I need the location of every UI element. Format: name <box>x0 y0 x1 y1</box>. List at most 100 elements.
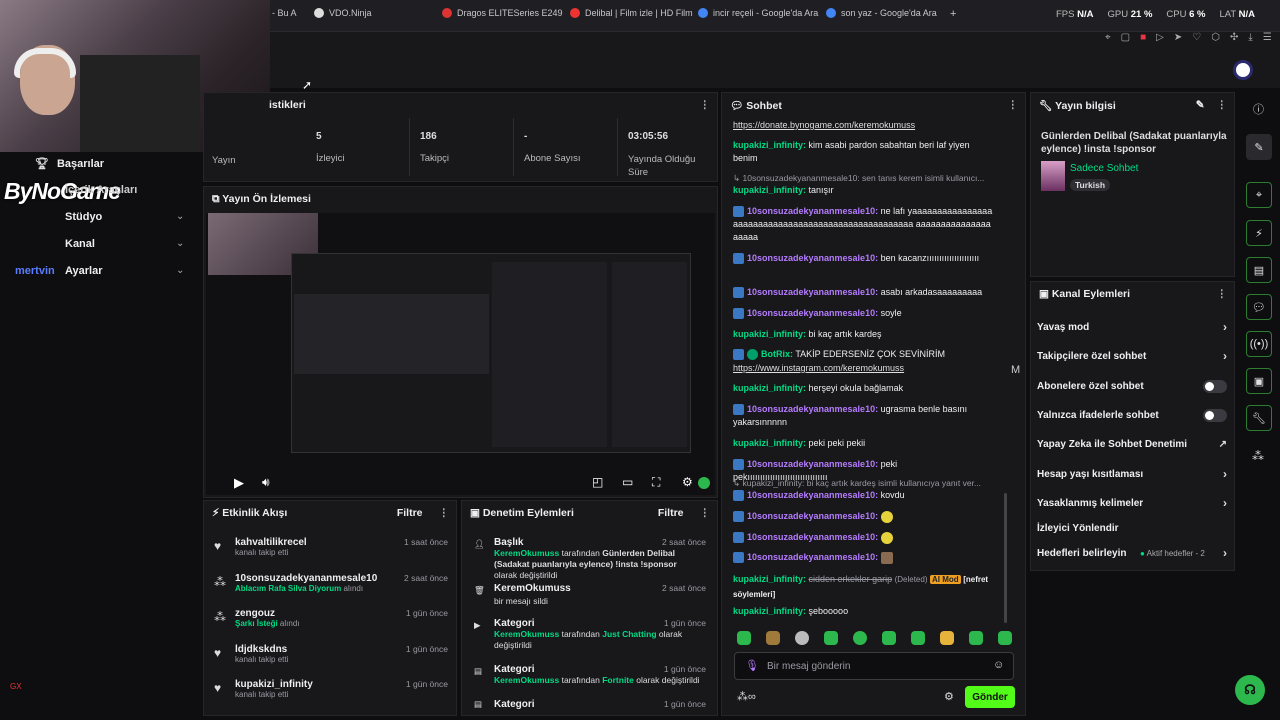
badge-icon <box>733 206 744 218</box>
more-icon[interactable]: ⋮ <box>439 507 449 519</box>
avatar[interactable] <box>1233 60 1253 80</box>
chevron-down-icon[interactable]: ⌄ <box>176 265 184 276</box>
ai-mod-badge: AI Mod <box>930 575 961 584</box>
action-goals[interactable]: Hedefleri belirleyin ● Aktif hedefler - 2… <box>1037 546 1227 560</box>
emote-icon[interactable] <box>911 631 925 645</box>
pin-icon[interactable]: ⌖ <box>1105 32 1111 43</box>
menu-icon[interactable]: ☰ <box>1263 32 1272 43</box>
filter-button[interactable]: Filtre <box>658 507 684 519</box>
toggle-switch[interactable] <box>1203 380 1227 393</box>
rail-button-settings[interactable]: 🔧︎ <box>1246 405 1272 431</box>
emote-icon[interactable] <box>766 631 780 645</box>
filter-button[interactable]: Filtre <box>397 507 423 519</box>
more-icon[interactable]: ⋮ <box>1217 99 1227 111</box>
activity-row: ♥ ldjdkskdns kanalı takip etti 1 gün önce <box>214 644 448 664</box>
points-icon: ⁂ <box>214 610 226 624</box>
pencil-icon[interactable]: ✎ <box>1196 99 1205 111</box>
emote-icon[interactable] <box>795 631 809 645</box>
action-raid[interactable]: İzleyici Yönlendir <box>1037 523 1227 534</box>
points-icon[interactable]: ⁂ <box>1252 449 1264 463</box>
sidebar-item-achievements[interactable]: 🏆︎ Başarılar <box>35 157 104 171</box>
fullscreen-icon[interactable]: ⛶ <box>652 475 660 490</box>
volume-icon[interactable]: 🔊︎ <box>262 475 270 490</box>
nested-dashboard <box>291 253 691 453</box>
extension-icons[interactable]: ⌖ ▢ ■ ▷ ➤ ♡ ⬡ ✣ ⤓ ☰ <box>1105 32 1272 43</box>
emote-icon <box>880 531 893 544</box>
action-subscribers-only[interactable]: Abonelere özel sohbet <box>1037 380 1227 393</box>
moderation-row: 👤︎ Başlık KeremOkumuss tarafından Günlerd… <box>474 537 706 580</box>
emote-icon[interactable] <box>969 631 983 645</box>
badge-icon <box>733 308 744 320</box>
emote-icon[interactable] <box>737 631 751 645</box>
rail-button-chat[interactable]: 💬︎ <box>1246 294 1272 320</box>
more-icon[interactable]: ⋮ <box>1217 288 1227 300</box>
rail-button-activity[interactable]: ⚡︎ <box>1246 220 1272 246</box>
action-emote-only[interactable]: Yalnızca ifadelerle sohbet <box>1037 409 1227 422</box>
info-icon[interactable]: ⓘ <box>1253 101 1264 117</box>
chat-link[interactable]: https://www.instagram.com/keremokumuss <box>733 362 993 375</box>
sidebar-item-channel[interactable]: Kanal <box>65 238 95 250</box>
pip-icon[interactable]: ◰ <box>592 475 603 489</box>
emote-icon[interactable] <box>853 631 867 645</box>
sidebar-item-settings[interactable]: Ayarlar <box>65 265 103 277</box>
heart-icon: ♥ <box>214 539 222 553</box>
send-icon[interactable]: ➤ <box>1174 32 1182 43</box>
rail-button-broadcast[interactable]: ((•)) <box>1246 331 1272 357</box>
moderation-row: 🗑︎ KeremOkumuss bir mesajı sildi 2 saat ö… <box>474 583 706 606</box>
gear-icon[interactable]: ⚙ <box>682 475 693 489</box>
support-button[interactable]: ☊ <box>1235 675 1265 705</box>
category-link[interactable]: Sadece Sohbet <box>1070 163 1138 174</box>
play-icon[interactable]: ▷ <box>1156 32 1164 43</box>
chevron-down-icon[interactable]: ⌄ <box>176 211 184 222</box>
theater-icon[interactable]: ▭ <box>622 475 633 489</box>
broadcast-icon: ((•)) <box>1249 338 1269 350</box>
gx-label: GX <box>10 682 22 691</box>
more-icon[interactable]: ⋮ <box>700 99 710 111</box>
microphone-icon[interactable]: 🎙︎ <box>745 659 759 672</box>
activity-row: ⁂ zengouz Şarkı İsteği alındı 1 gün önce <box>214 608 448 628</box>
emote-icon[interactable] <box>998 631 1012 645</box>
browser-tab[interactable]: Dragos ELITESeries E249 <box>442 8 563 18</box>
action-banned-words[interactable]: Yasaklanmış kelimeler › <box>1037 496 1227 510</box>
action-account-age[interactable]: Hesap yaşı kısıtlaması › <box>1037 467 1227 481</box>
crop-icon[interactable]: ▢ <box>1121 32 1130 43</box>
rail-button-capture[interactable]: ⌖ <box>1246 182 1272 208</box>
action-followers-only[interactable]: Takipçilere özel sohbet › <box>1037 349 1227 363</box>
stat-label: Yayın <box>212 155 236 166</box>
emoji-icon[interactable]: ☺ <box>993 659 1004 671</box>
download-icon[interactable]: ⤓ <box>1248 32 1252 43</box>
cube-icon[interactable]: ⬡ <box>1211 32 1220 43</box>
rail-button-moderation[interactable]: ▣ <box>1246 368 1272 394</box>
emote-icon[interactable] <box>882 631 896 645</box>
heart-icon[interactable]: ♡ <box>1192 32 1201 43</box>
emote-icon[interactable] <box>940 631 954 645</box>
browser-tab[interactable]: son yaz - Google'da Ara <box>826 8 937 18</box>
rail-button-notes[interactable]: ▤ <box>1246 257 1272 283</box>
chevron-down-icon[interactable]: ⌄ <box>176 238 184 249</box>
browser-tab[interactable]: Delibal | Film izle | HD Film <box>570 8 693 18</box>
new-tab-button[interactable]: + <box>950 8 956 20</box>
chat-link[interactable]: https://donate.bynogame.com/keremokumuss <box>733 119 993 132</box>
shield-icon[interactable]: ■ <box>1140 32 1146 43</box>
chat-scrollbar[interactable] <box>1004 493 1007 623</box>
send-button[interactable]: Gönder <box>965 686 1015 708</box>
more-icon[interactable]: ⋮ <box>700 507 710 519</box>
browser-tab[interactable]: - Bu A <box>272 8 297 18</box>
puzzle-icon[interactable]: ✣ <box>1230 32 1238 43</box>
sidebar-item-content-tools[interactable]: İçerik Araçları <box>65 184 137 196</box>
more-icon[interactable]: ⋮ <box>1008 99 1018 111</box>
tag-chip[interactable]: Turkish <box>1070 179 1111 191</box>
points-icon[interactable]: ⁂∞ <box>737 690 756 703</box>
chat-input[interactable]: 🎙︎ Bir mesaj gönderin ☺ <box>734 652 1014 680</box>
browser-tab[interactable]: incir reçeli - Google'da Ara <box>698 8 818 18</box>
action-ai-moderation[interactable]: Yapay Zeka ile Sohbet Denetimi ↗ <box>1037 439 1227 450</box>
browser-tab[interactable]: VDO.Ninja <box>314 8 372 18</box>
video-player[interactable]: ▶ 🔊︎ ◰ ▭ ⛶ ⚙ <box>206 213 715 495</box>
sidebar-item-studio[interactable]: Stüdyo <box>65 211 102 223</box>
edit-rail-button[interactable]: ✎ <box>1246 134 1272 160</box>
gear-icon[interactable]: ⚙ <box>944 690 954 703</box>
emote-icon[interactable] <box>824 631 838 645</box>
toggle-switch[interactable] <box>1203 409 1227 422</box>
play-icon[interactable]: ▶ <box>234 475 244 491</box>
action-slow-mode[interactable]: Yavaş mod › <box>1037 320 1227 334</box>
